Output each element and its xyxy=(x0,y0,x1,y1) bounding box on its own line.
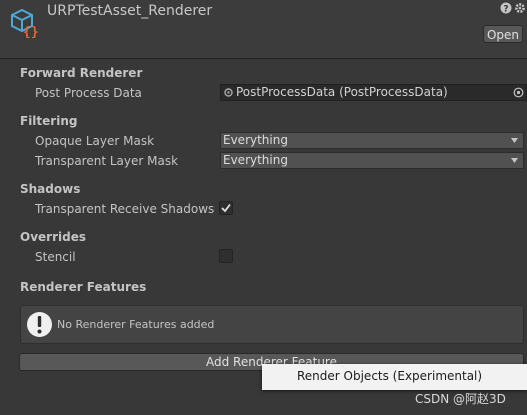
help-icon[interactable]: ? xyxy=(500,2,512,14)
section-forward-renderer: Forward Renderer xyxy=(20,66,143,80)
opaque-layer-mask-label: Opaque Layer Mask xyxy=(35,134,155,148)
menu-item-render-objects[interactable]: Render Objects (Experimental) xyxy=(297,369,482,383)
section-filtering: Filtering xyxy=(20,114,78,128)
help-box: No Renderer Features added xyxy=(20,305,524,344)
watermark: CSDN @阿赵3D xyxy=(415,392,506,406)
opaque-layer-mask-value: Everything xyxy=(223,133,288,147)
transparent-receive-shadows-checkbox[interactable] xyxy=(219,201,233,215)
svg-text:{}: {} xyxy=(23,25,39,38)
svg-text:?: ? xyxy=(503,5,508,15)
header-divider xyxy=(0,58,527,59)
renderer-asset-icon: {} xyxy=(11,8,39,38)
transparent-layer-mask-label: Transparent Layer Mask xyxy=(35,154,179,168)
add-feature-menu: Render Objects (Experimental) xyxy=(262,364,527,390)
stencil-label: Stencil xyxy=(35,250,76,264)
open-button[interactable]: Open xyxy=(483,25,523,43)
post-process-data-value: PostProcessData (PostProcessData) xyxy=(236,85,448,99)
chevron-down-icon xyxy=(511,138,518,143)
chevron-down-icon xyxy=(511,158,518,163)
post-process-data-label: Post Process Data xyxy=(35,86,142,100)
section-overrides: Overrides xyxy=(20,230,86,244)
transparent-layer-mask-value: Everything xyxy=(223,153,288,167)
section-renderer-features: Renderer Features xyxy=(20,280,147,294)
no-features-message: No Renderer Features added xyxy=(57,318,215,331)
checkmark-icon xyxy=(221,203,231,213)
object-picker-icon[interactable] xyxy=(513,87,524,98)
settings-icon[interactable] xyxy=(514,2,526,14)
transparent-layer-mask-dropdown[interactable]: Everything xyxy=(220,152,524,169)
scriptable-object-icon xyxy=(224,88,233,97)
opaque-layer-mask-dropdown[interactable]: Everything xyxy=(220,132,524,149)
asset-title: URPTestAsset_Renderer xyxy=(47,3,213,19)
section-shadows: Shadows xyxy=(20,182,81,196)
info-icon xyxy=(27,312,52,337)
transparent-receive-shadows-label: Transparent Receive Shadows xyxy=(35,202,215,216)
post-process-data-field[interactable]: PostProcessData (PostProcessData) xyxy=(220,84,527,101)
stencil-checkbox[interactable] xyxy=(219,249,233,263)
